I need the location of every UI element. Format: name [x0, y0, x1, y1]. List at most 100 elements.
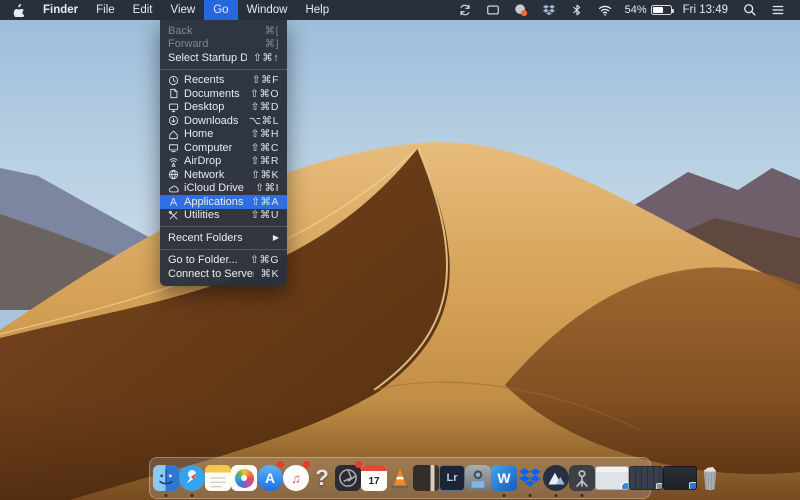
dock-item-dropbox-icon[interactable] — [517, 459, 543, 497]
menu-item-utilities[interactable]: Utilities⇧⌘U — [160, 209, 287, 223]
dock-item-trash-icon[interactable] — [697, 459, 723, 497]
menu-item-shortcut: ⌘] — [265, 38, 279, 50]
dock: A♫? 17 Lr W — [149, 457, 651, 499]
menu-item-applications[interactable]: Applications ⇧⌘A — [160, 195, 287, 209]
menu-item-home[interactable]: Home ⇧⌘H — [160, 128, 287, 142]
menubar-item-go[interactable]: Go — [204, 0, 237, 20]
utilities-icon — [168, 209, 180, 221]
menubar-item-edit[interactable]: Edit — [124, 0, 162, 20]
menu-item-label: Connect to Server... — [168, 268, 254, 280]
dock-item-figure-app-icon[interactable] — [569, 459, 595, 497]
menu-item-shortcut: ⇧⌘↑ — [253, 52, 279, 64]
menu-item-label: Applications — [184, 196, 245, 208]
battery-fill — [653, 7, 663, 13]
menu-item-shortcut: ⇧⌘C — [251, 142, 279, 154]
menu-item-connect-to-server[interactable]: Connect to Server... ⌘K — [160, 267, 287, 281]
go-menu: Back ⌘[ Forward ⌘] Select Startup Disk ⇧⌘↑ Rec… — [160, 20, 287, 286]
dock-item-mountain-app-icon[interactable] — [543, 459, 569, 497]
notification-center-icon[interactable] — [764, 0, 792, 20]
window-app-badge — [621, 482, 629, 490]
desktop-wallpaper — [0, 0, 800, 500]
menu-item-icloud-drive[interactable]: iCloud Drive⇧⌘I — [160, 182, 287, 196]
dock-item-calendar-icon[interactable]: 17 — [361, 459, 387, 497]
menu-item-shortcut: ⇧⌘R — [251, 155, 279, 167]
menu-item-shortcut: ⇧⌘A — [251, 196, 279, 208]
menubar-item-view[interactable]: View — [162, 0, 205, 20]
dock-item-minimized-window-2[interactable] — [629, 459, 663, 497]
dock-item-word-icon[interactable]: W — [491, 459, 517, 497]
menu-item-recent-folders[interactable]: Recent Folders▶ — [160, 231, 287, 245]
dock-item-aperture-app-icon[interactable] — [335, 459, 361, 497]
menu-item-desktop[interactable]: Desktop⇧⌘D — [160, 101, 287, 115]
menu-item-shortcut: ⌘[ — [265, 25, 279, 37]
airdrop-icon — [168, 155, 180, 167]
dock-item-app-store-icon[interactable]: A — [257, 459, 283, 497]
menu-bar-status: 54% Fri 13:49 — [451, 0, 800, 20]
menu-item-label: Select Startup Disk — [168, 52, 247, 64]
menu-item-label: Utilities — [184, 209, 245, 221]
apple-icon[interactable] — [0, 0, 34, 20]
menu-item-label: Downloads — [184, 115, 243, 127]
search-icon[interactable] — [736, 0, 764, 20]
menu-item-shortcut: ⌘K — [260, 268, 279, 280]
menu-item-back: Back ⌘[ — [160, 24, 287, 38]
menu-item-shortcut: ⇧⌘H — [251, 128, 279, 140]
battery-icon[interactable] — [651, 5, 672, 15]
menu-item-shortcut: ⌥⌘L — [249, 115, 279, 127]
dock-item-finder-icon[interactable] — [153, 459, 179, 497]
dock-item-itunes-icon[interactable]: ♫ — [283, 459, 309, 497]
wifi-icon[interactable] — [591, 0, 619, 20]
photos-pinwheel — [235, 469, 254, 488]
submenu-arrow-icon: ▶ — [273, 233, 279, 242]
menu-separator — [160, 226, 287, 227]
dropbox-tray-icon[interactable] — [535, 0, 563, 20]
menu-item-label: Back — [168, 25, 259, 37]
dock-item-notes-icon[interactable] — [205, 459, 231, 497]
menubar-item-file[interactable]: File — [87, 0, 124, 20]
bluetooth-icon[interactable] — [563, 0, 591, 20]
desktop: FinderFileEditViewGoWindowHelp 54% Fri 1… — [0, 0, 800, 500]
dock-item-vlc-icon[interactable] — [387, 459, 413, 497]
applications-icon — [168, 196, 180, 208]
menu-item-label: AirDrop — [184, 155, 245, 167]
computer-icon — [168, 142, 180, 154]
menu-item-airdrop[interactable]: AirDrop ⇧⌘R — [160, 155, 287, 169]
window-app-badge — [656, 483, 663, 490]
menu-item-label: Recents — [184, 74, 246, 86]
menu-item-label: Forward — [168, 38, 259, 50]
backup-icon[interactable] — [507, 0, 535, 20]
dock-item-image-capture-icon[interactable] — [465, 459, 491, 497]
menu-item-documents[interactable]: Documents⇧⌘O — [160, 87, 287, 101]
menubar-item-window[interactable]: Window — [238, 0, 297, 20]
menu-item-shortcut: ⇧⌘G — [250, 254, 279, 266]
display-icon[interactable] — [479, 0, 507, 20]
menu-bar-clock[interactable]: Fri 13:49 — [675, 4, 736, 16]
menubar-item-help[interactable]: Help — [296, 0, 338, 20]
menu-item-label: Home — [184, 128, 245, 140]
dock-item-lightroom-icon[interactable]: Lr — [439, 459, 465, 497]
battery-percent: 54% — [619, 4, 651, 16]
dock-item-missing-app-icon[interactable]: ? — [309, 459, 335, 497]
dock-item-minimized-window-1[interactable] — [595, 459, 629, 497]
menu-item-go-to-folder[interactable]: Go to Folder...⇧⌘G — [160, 254, 287, 268]
documents-icon — [168, 88, 180, 100]
dock-item-minimized-window-3[interactable] — [663, 459, 697, 497]
sync-icon[interactable] — [451, 0, 479, 20]
recents-icon — [168, 74, 180, 86]
dock-item-photos-icon[interactable] — [231, 459, 257, 497]
menu-item-forward: Forward ⌘] — [160, 38, 287, 52]
menubar-item-finder[interactable]: Finder — [34, 0, 87, 20]
menu-item-downloads[interactable]: Downloads ⌥⌘L — [160, 114, 287, 128]
desktop-icon — [168, 101, 180, 113]
menu-item-label: Network — [184, 169, 245, 181]
menu-separator — [160, 249, 287, 250]
dock-item-safari-icon[interactable] — [179, 459, 205, 497]
home-icon — [168, 128, 180, 140]
menu-item-recents[interactable]: Recents⇧⌘F — [160, 74, 287, 88]
menu-item-label: Computer — [184, 142, 245, 154]
network-icon — [168, 169, 180, 181]
menu-item-select-startup-disk[interactable]: Select Startup Disk ⇧⌘↑ — [160, 51, 287, 65]
menu-item-computer[interactable]: Computer ⇧⌘C — [160, 141, 287, 155]
dock-item-notebook-icon[interactable] — [413, 459, 439, 497]
menu-item-network[interactable]: Network⇧⌘K — [160, 168, 287, 182]
